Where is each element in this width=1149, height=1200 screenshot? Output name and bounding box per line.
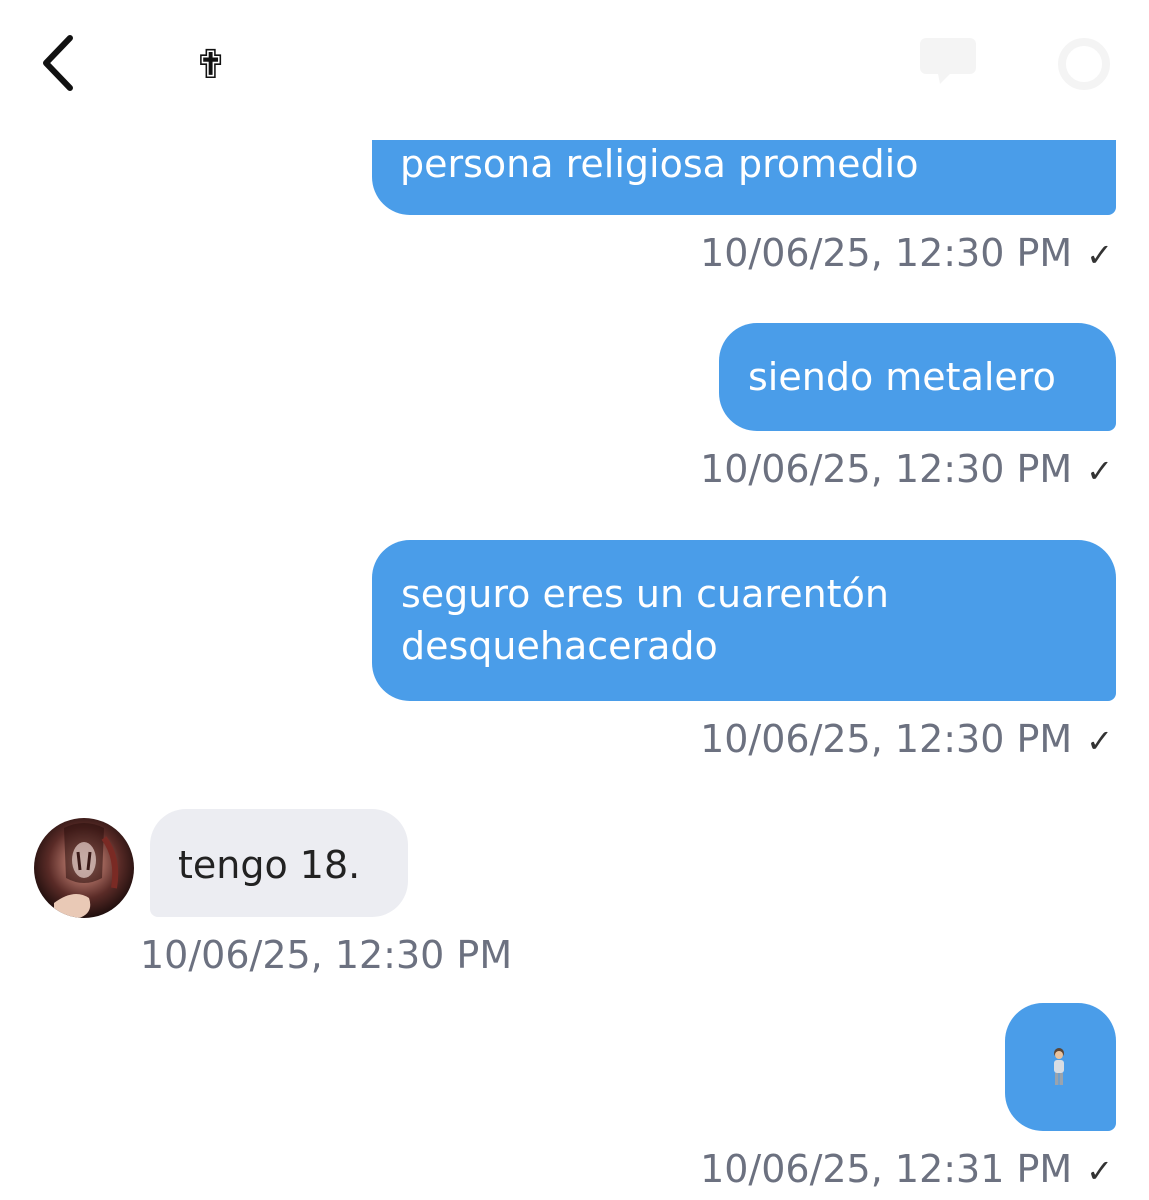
chevron-left-icon bbox=[43, 35, 73, 91]
avatar-photo bbox=[54, 823, 119, 918]
message-timestamp: 10/06/25, 12:30 PM ✓ bbox=[700, 446, 1113, 494]
message-timestamp: 10/06/25, 12:30 PM ✓ bbox=[700, 230, 1113, 278]
back-button[interactable] bbox=[36, 30, 86, 96]
timestamp-text: 10/06/25, 12:30 PM bbox=[700, 717, 1073, 761]
chat-icon[interactable] bbox=[918, 36, 978, 86]
avatar[interactable] bbox=[34, 818, 134, 918]
sent-message-bubble[interactable]: seguro eres un cuarentón desquehacerado bbox=[372, 540, 1116, 701]
message-timestamp: 10/06/25, 12:30 PM ✓ bbox=[700, 716, 1113, 764]
sent-check-icon: ✓ bbox=[1086, 452, 1113, 490]
received-message-bubble[interactable]: tengo 18. bbox=[150, 809, 408, 917]
message-text: siendo metalero bbox=[748, 355, 1056, 399]
sent-check-icon: ✓ bbox=[1086, 236, 1113, 274]
sent-message-bubble[interactable]: persona religiosa promedio bbox=[372, 140, 1116, 215]
message-timestamp: 10/06/25, 12:31 PM ✓ bbox=[700, 1146, 1113, 1194]
sent-emoji-bubble[interactable] bbox=[1005, 1003, 1116, 1131]
standing-person-icon bbox=[1054, 1048, 1064, 1085]
message-text: persona religiosa promedio bbox=[400, 142, 919, 186]
settings-icon[interactable] bbox=[1056, 36, 1112, 92]
message-text-line: seguro eres un cuarentón bbox=[401, 572, 889, 616]
contact-name[interactable]: ✟ bbox=[194, 40, 228, 90]
sent-check-icon: ✓ bbox=[1086, 1152, 1113, 1190]
sent-message-bubble[interactable]: siendo metalero bbox=[719, 323, 1116, 431]
timestamp-text: 10/06/25, 12:30 PM bbox=[140, 933, 513, 977]
chat-header: ✟ bbox=[0, 0, 1149, 130]
timestamp-text: 10/06/25, 12:31 PM bbox=[700, 1147, 1073, 1191]
message-text-line: desquehacerado bbox=[401, 624, 718, 668]
message-text: tengo 18. bbox=[178, 843, 361, 887]
timestamp-text: 10/06/25, 12:30 PM bbox=[700, 231, 1073, 275]
message-timestamp: 10/06/25, 12:30 PM bbox=[140, 932, 512, 978]
timestamp-text: 10/06/25, 12:30 PM bbox=[700, 447, 1073, 491]
sent-check-icon: ✓ bbox=[1086, 722, 1113, 760]
